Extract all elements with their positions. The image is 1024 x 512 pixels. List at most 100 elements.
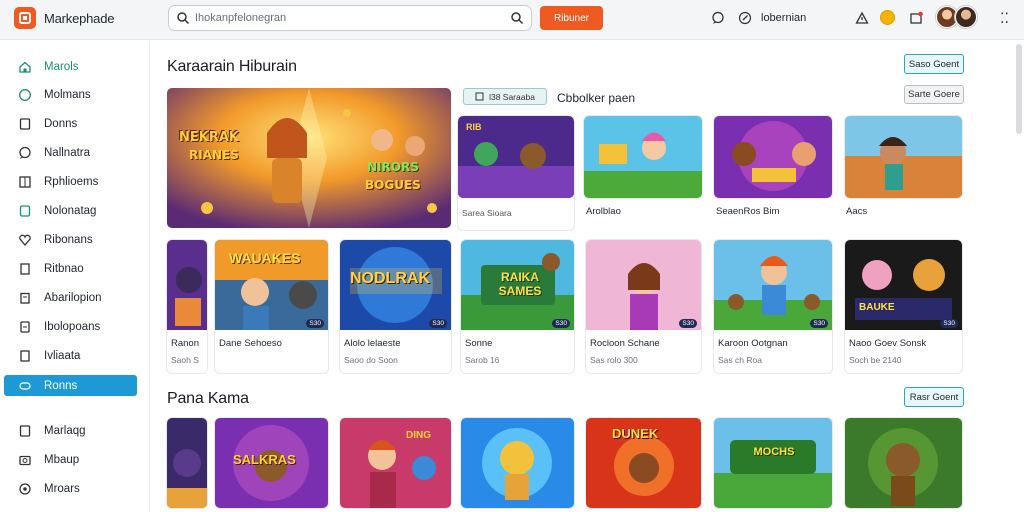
- sidebar-item-6[interactable]: Nolonatag: [0, 200, 150, 222]
- game-card[interactable]: S30 Rocloon Schane Sas rolo 300: [586, 240, 701, 373]
- thumb-title: WAUAKES: [229, 250, 301, 266]
- sidebar-item-label: Mroars: [44, 483, 80, 495]
- sidebar-item-active[interactable]: Ronns: [4, 375, 137, 396]
- grid-icon: [19, 176, 31, 188]
- page-scrollbar[interactable]: [1016, 44, 1022, 134]
- sidebar-item-home[interactable]: Marols: [0, 56, 150, 78]
- game-card[interactable]: [845, 418, 962, 508]
- chat-icon[interactable]: [711, 11, 725, 25]
- game-card[interactable]: [167, 418, 207, 508]
- primary-cta-button[interactable]: Ribuner: [540, 6, 603, 30]
- game-thumbnail: [167, 240, 207, 330]
- game-card[interactable]: SALKRAS: [215, 418, 328, 508]
- top-bar: Markephade Ribuner lobernian ⁚⁚: [0, 0, 1024, 40]
- user-label[interactable]: lobernian: [761, 12, 806, 24]
- sidebar-item-15[interactable]: Mroars: [0, 478, 150, 500]
- notification-icon[interactable]: [909, 11, 923, 25]
- thumb-title: MOCHS: [753, 446, 795, 458]
- card-title: Karoon Ootgnan: [718, 338, 788, 349]
- section-title: Karaarain Hiburain: [167, 58, 297, 75]
- sidebar-item-label: Nallnatra: [44, 147, 91, 159]
- card-title: Naoo Goev Sonsk: [849, 338, 927, 349]
- game-card[interactable]: DUNEK: [586, 418, 701, 508]
- card-title: Alolo lelaeste: [344, 338, 401, 349]
- sidebar-item-2[interactable]: Molmans: [0, 84, 150, 106]
- sidebar-item-label: Ibolopoans: [44, 321, 101, 333]
- chip-label: l38 Saraaba: [489, 91, 535, 102]
- game-card[interactable]: [714, 116, 832, 198]
- game-card[interactable]: [584, 116, 702, 198]
- edit-icon[interactable]: [738, 11, 752, 25]
- home-icon: [19, 61, 31, 73]
- price-badge: S30: [552, 319, 570, 328]
- subsection-label: Cbbolker paen: [557, 91, 636, 105]
- price-badge: S30: [429, 319, 447, 328]
- app-logo-icon[interactable]: [14, 7, 36, 29]
- filter-chip[interactable]: l38 Saraaba: [463, 88, 547, 105]
- game-card[interactable]: Ranon Saoh S: [167, 240, 207, 373]
- game-card[interactable]: RIB Sarea Sioara: [458, 116, 574, 230]
- sidebar-item-9[interactable]: Abarilopion: [0, 287, 150, 309]
- game-card[interactable]: RAIKA SAMES S30 Sonne Sarob 16: [461, 240, 574, 373]
- game-thumbnail: [714, 418, 832, 508]
- sidebar-item-label: Molmans: [44, 89, 91, 101]
- thumb-title: RAIKA SAMES: [498, 270, 542, 298]
- game-card[interactable]: MOCHS: [714, 418, 832, 508]
- coin-icon[interactable]: [880, 10, 895, 25]
- thumb-title: DING: [406, 430, 431, 441]
- card-caption: Aacs: [846, 206, 868, 217]
- sidebar-item-8[interactable]: Ritbnao: [0, 258, 150, 280]
- see-more-button[interactable]: Rasr Goent: [904, 387, 964, 407]
- price-badge: S30: [940, 319, 958, 328]
- game-card[interactable]: [845, 116, 962, 198]
- search-submit-icon[interactable]: [510, 11, 524, 25]
- game-thumbnail: [167, 418, 207, 508]
- see-more-button[interactable]: Saso Goent: [904, 54, 964, 74]
- heart-icon: [19, 234, 31, 247]
- sidebar-item-7[interactable]: Ribonans: [0, 229, 150, 251]
- game-thumbnail: [586, 240, 701, 330]
- search-icon: [177, 12, 190, 25]
- chat-icon: [19, 146, 31, 159]
- square-icon: [19, 118, 31, 130]
- card-title: Sonne: [465, 338, 493, 349]
- hero-badge-title: NIRORS: [367, 160, 419, 174]
- avatar-secondary[interactable]: [955, 6, 977, 28]
- alert-icon[interactable]: [855, 11, 869, 25]
- circle-info-icon: [19, 89, 31, 101]
- search-input[interactable]: [195, 10, 495, 26]
- game-thumbnail: [845, 116, 962, 198]
- sidebar-item-3[interactable]: Donns: [0, 113, 150, 135]
- clipboard-icon: [20, 292, 30, 304]
- featured-banner[interactable]: NEKRAK RIANES NIRORS BOGUES: [167, 88, 451, 228]
- card-caption: SeaenRos Bim: [716, 206, 780, 217]
- filter-icon: [475, 92, 484, 101]
- sidebar-item-4[interactable]: Nallnatra: [0, 142, 150, 164]
- card-meta: Sas ch Roa: [718, 355, 762, 365]
- thumb-title: DUNEK: [612, 426, 659, 441]
- sidebar-item-label: Marols: [44, 61, 79, 73]
- price-badge: S30: [810, 319, 828, 328]
- search-bar[interactable]: [168, 5, 532, 31]
- sidebar-item-label: Donns: [44, 118, 78, 130]
- game-card[interactable]: [461, 418, 574, 508]
- game-card[interactable]: BAUKE S30 Naoo Goev Sonsk Soch be 2140: [845, 240, 962, 373]
- game-thumbnail: [845, 418, 962, 508]
- tag-icon: [19, 205, 31, 217]
- secondary-more-button[interactable]: Sarte Goere: [904, 85, 964, 104]
- game-thumbnail: [340, 418, 451, 508]
- more-menu-icon[interactable]: ⁚⁚: [1000, 11, 1009, 25]
- sidebar-item-5[interactable]: Rphlioems: [0, 171, 150, 193]
- camera-icon: [19, 455, 31, 466]
- game-card[interactable]: WAUAKES S30 Dane Sehoeso: [215, 240, 328, 373]
- game-card[interactable]: DING: [340, 418, 451, 508]
- hero-badge-subtitle: BOGUES: [365, 178, 421, 192]
- sidebar-item-10[interactable]: Ibolopoans: [0, 316, 150, 338]
- game-card[interactable]: S30 Karoon Ootgnan Sas ch Roa: [714, 240, 832, 373]
- game-card[interactable]: NODLRAK S30 Alolo lelaeste Saoo do Soon: [340, 240, 451, 373]
- sidebar-item-label: Abarilopion: [44, 292, 102, 304]
- sidebar-item-13[interactable]: Marlaqg: [0, 420, 150, 442]
- sidebar-item-14[interactable]: Mbaup: [0, 449, 150, 471]
- card-meta: Sas rolo 300: [590, 355, 638, 365]
- sidebar-item-11[interactable]: Ivliaata: [0, 345, 150, 367]
